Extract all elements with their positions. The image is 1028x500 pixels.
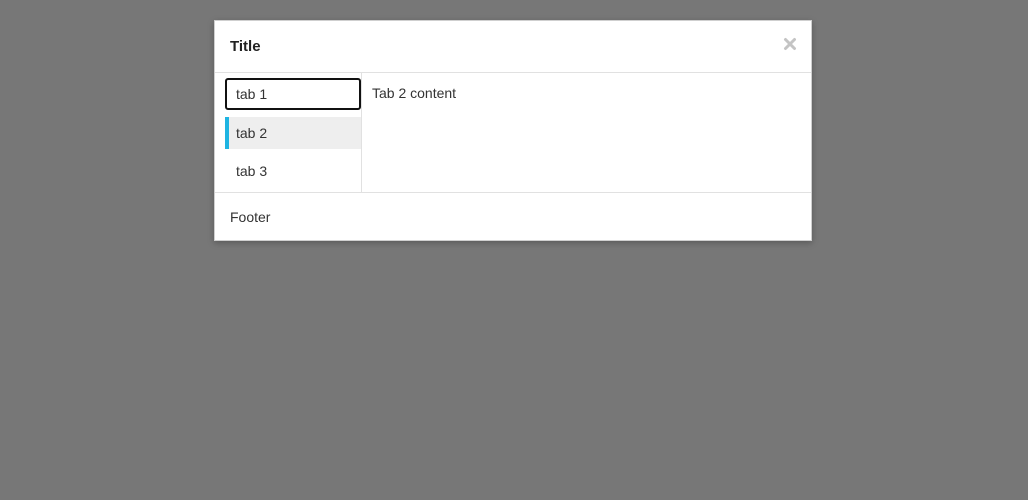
dialog-title: Title — [230, 38, 261, 55]
dialog-footer: Footer — [215, 193, 811, 240]
dialog: Title tab 1 tab 2 tab 3 Tab 2 content Fo… — [214, 20, 812, 241]
tab-1[interactable]: tab 1 — [225, 78, 361, 110]
tab-panel-content: Tab 2 content — [372, 85, 457, 101]
close-button[interactable] — [783, 37, 797, 51]
footer-text: Footer — [230, 209, 271, 225]
dialog-body: tab 1 tab 2 tab 3 Tab 2 content — [215, 73, 811, 193]
dialog-header: Title — [215, 21, 811, 73]
tab-2[interactable]: tab 2 — [225, 117, 361, 149]
tab-list: tab 1 tab 2 tab 3 — [215, 73, 362, 192]
close-icon — [783, 37, 797, 51]
tab-3[interactable]: tab 3 — [225, 155, 361, 187]
